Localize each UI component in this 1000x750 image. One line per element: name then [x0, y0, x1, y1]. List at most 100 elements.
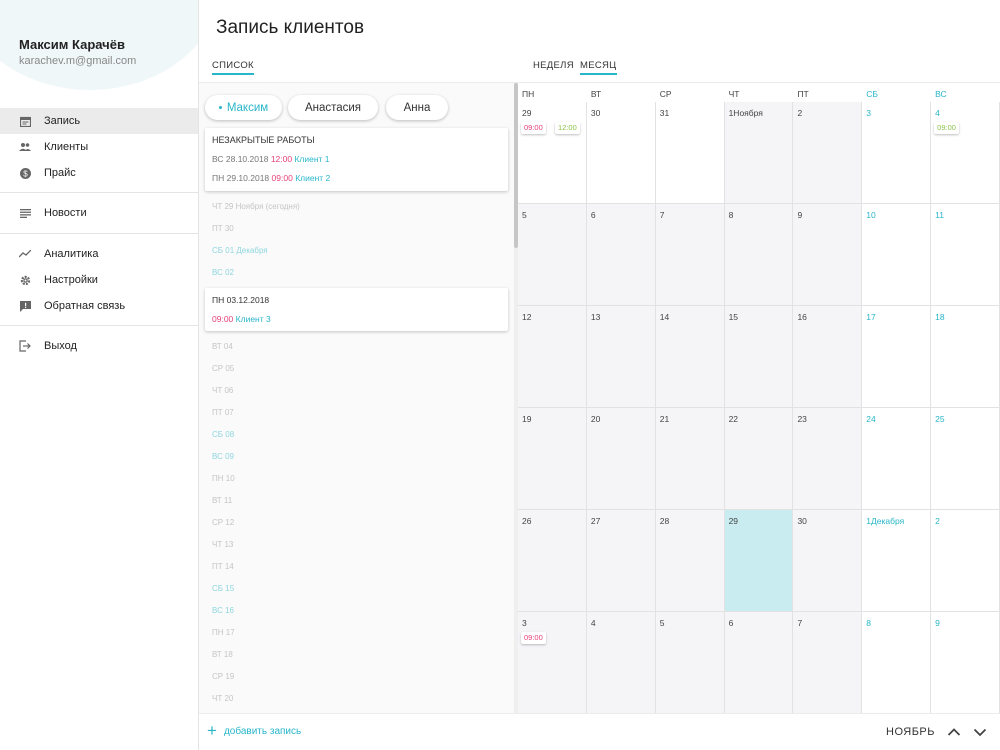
day-number: 6	[728, 618, 734, 628]
day-row[interactable]: СБ 15	[212, 584, 234, 593]
calendar-day[interactable]: 10	[862, 204, 932, 306]
calendar-day[interactable]: 4 09:00	[931, 102, 1000, 204]
nav-divider	[0, 325, 198, 326]
calendar-day[interactable]: 1Ноября	[724, 102, 794, 204]
calendar-day[interactable]: 20	[586, 408, 656, 510]
nav-item-news[interactable]: Новости	[0, 200, 198, 226]
calendar-day[interactable]: 3	[862, 102, 932, 204]
chevron-up-icon[interactable]	[946, 724, 962, 740]
calendar-day[interactable]: 9	[793, 204, 863, 306]
calendar-day[interactable]: 3 09:00	[518, 612, 587, 714]
day-row[interactable]: СР 12	[212, 518, 234, 527]
calendar-day[interactable]: 2	[793, 102, 863, 204]
calendar-day[interactable]: 15	[724, 306, 794, 408]
calendar-day[interactable]: 4	[586, 612, 656, 714]
calendar-day[interactable]: 6	[724, 612, 794, 714]
day-row[interactable]: ПН 10	[212, 474, 235, 483]
calendar-day[interactable]: 7	[655, 204, 725, 306]
day-row[interactable]: ПН 17	[212, 628, 235, 637]
calendar-day[interactable]: 8	[862, 612, 932, 714]
calendar-day[interactable]: 24	[862, 408, 932, 510]
day-number: 8	[866, 618, 872, 628]
nav-item-appointments[interactable]: Запись	[0, 108, 198, 134]
unclosed-row[interactable]: ВС 28.10.2018 12:00 Клиент 1	[212, 154, 330, 164]
day-row[interactable]: ПТ 30	[212, 224, 234, 233]
calendar-day[interactable]: 12	[518, 306, 587, 408]
calendar-day[interactable]: 1Декабря	[862, 510, 932, 612]
calendar-day-today[interactable]: 29	[724, 510, 794, 612]
calendar-day[interactable]: 31	[655, 102, 725, 204]
tab-month[interactable]: МЕСЯЦ	[580, 60, 617, 75]
day-number: 13	[590, 312, 601, 322]
day-row[interactable]: СБ 01 Декабря	[212, 246, 268, 255]
day-row[interactable]: ЧТ 20	[212, 694, 233, 703]
calendar-day[interactable]: 5	[518, 204, 587, 306]
nav-item-price[interactable]: $ Прайс	[0, 160, 198, 186]
day-row[interactable]: ВС 02	[212, 268, 234, 277]
master-chip-anna[interactable]: Анна	[386, 95, 448, 120]
appointment-badge[interactable]: 12:00	[555, 122, 580, 134]
appointment-badge[interactable]: 09:00	[934, 122, 959, 134]
appointment-list: Максим Анастасия Анна НЕЗАКРЫТЫЕ РАБОТЫ …	[199, 83, 514, 713]
day-row[interactable]: ЧТ 13	[212, 540, 233, 549]
calendar-day[interactable]: 14	[655, 306, 725, 408]
appointment-badge[interactable]: 09:00	[521, 632, 546, 644]
nav-item-analytics[interactable]: Аналитика	[0, 241, 198, 267]
day-row[interactable]: ВС 16	[212, 606, 234, 615]
tab-week[interactable]: НЕДЕЛЯ	[533, 60, 574, 71]
calendar-day[interactable]: 19	[518, 408, 587, 510]
calendar-day[interactable]: 9	[931, 612, 1000, 714]
calendar-day[interactable]: 27	[586, 510, 656, 612]
day-row[interactable]: ВТ 18	[212, 650, 233, 659]
day-row[interactable]: ВТ 04	[212, 342, 233, 351]
nav-item-exit[interactable]: Выход	[0, 333, 198, 359]
calendar-day[interactable]: 7	[793, 612, 863, 714]
calendar-day[interactable]: 23	[793, 408, 863, 510]
day-number: 30	[590, 108, 601, 118]
day-row[interactable]: СР 19	[212, 672, 234, 681]
calendar-day[interactable]: 16	[793, 306, 863, 408]
calendar-day[interactable]: 30	[586, 102, 656, 204]
weekday-header: СБ	[866, 89, 879, 99]
svg-text:$: $	[23, 169, 28, 178]
calendar-day[interactable]: 21	[655, 408, 725, 510]
add-appointment-button[interactable]: + добавить запись	[207, 722, 302, 739]
calendar-day[interactable]: 18	[931, 306, 1000, 408]
day-row[interactable]: ПТ 14	[212, 562, 234, 571]
nav-label: Аналитика	[44, 248, 99, 260]
calendar-day[interactable]: 29 09:00 12:00	[518, 102, 587, 204]
master-chip-anastasia[interactable]: Анастасия	[288, 95, 378, 120]
day-row[interactable]: ЧТ 29 Ноября (сегодня)	[212, 202, 300, 211]
calendar-day[interactable]: 26	[518, 510, 587, 612]
nav-item-settings[interactable]: Настройки	[0, 267, 198, 293]
nav-item-clients[interactable]: Клиенты	[0, 134, 198, 160]
day-row[interactable]: ЧТ 06	[212, 386, 233, 395]
day-number: 10	[866, 210, 876, 220]
day-card-row[interactable]: 09:00 Клиент 3	[212, 314, 271, 324]
day-row[interactable]: ВТ 11	[212, 496, 232, 505]
add-label: добавить запись	[223, 725, 302, 737]
calendar-day[interactable]: 2	[931, 510, 1000, 612]
calendar-day[interactable]: 11	[931, 204, 1000, 306]
appointment-badge[interactable]: 09:00	[521, 122, 546, 134]
nav-item-feedback[interactable]: Обратная связь	[0, 293, 198, 319]
day-row[interactable]: ПТ 07	[212, 408, 234, 417]
calendar-day[interactable]: 6	[586, 204, 656, 306]
chevron-down-icon[interactable]	[972, 724, 988, 740]
calendar-day[interactable]: 8	[724, 204, 794, 306]
unclosed-row[interactable]: ПН 29.10.2018 09:00 Клиент 2	[212, 173, 330, 183]
day-row[interactable]: СБ 08	[212, 430, 234, 439]
tab-list[interactable]: СПИСОК	[212, 60, 254, 75]
day-row[interactable]: СР 05	[212, 364, 234, 373]
calendar-day[interactable]: 17	[862, 306, 932, 408]
day-row[interactable]: ВС 09	[212, 452, 234, 461]
master-chip-maxim[interactable]: Максим	[205, 95, 282, 120]
day-number: 5	[522, 210, 527, 220]
calendar-day[interactable]: 25	[931, 408, 1000, 510]
day-number: 7	[659, 210, 665, 220]
calendar-day[interactable]: 30	[793, 510, 863, 612]
calendar-day[interactable]: 13	[586, 306, 656, 408]
calendar-day[interactable]: 28	[655, 510, 725, 612]
calendar-day[interactable]: 5	[655, 612, 725, 714]
calendar-day[interactable]: 22	[724, 408, 794, 510]
